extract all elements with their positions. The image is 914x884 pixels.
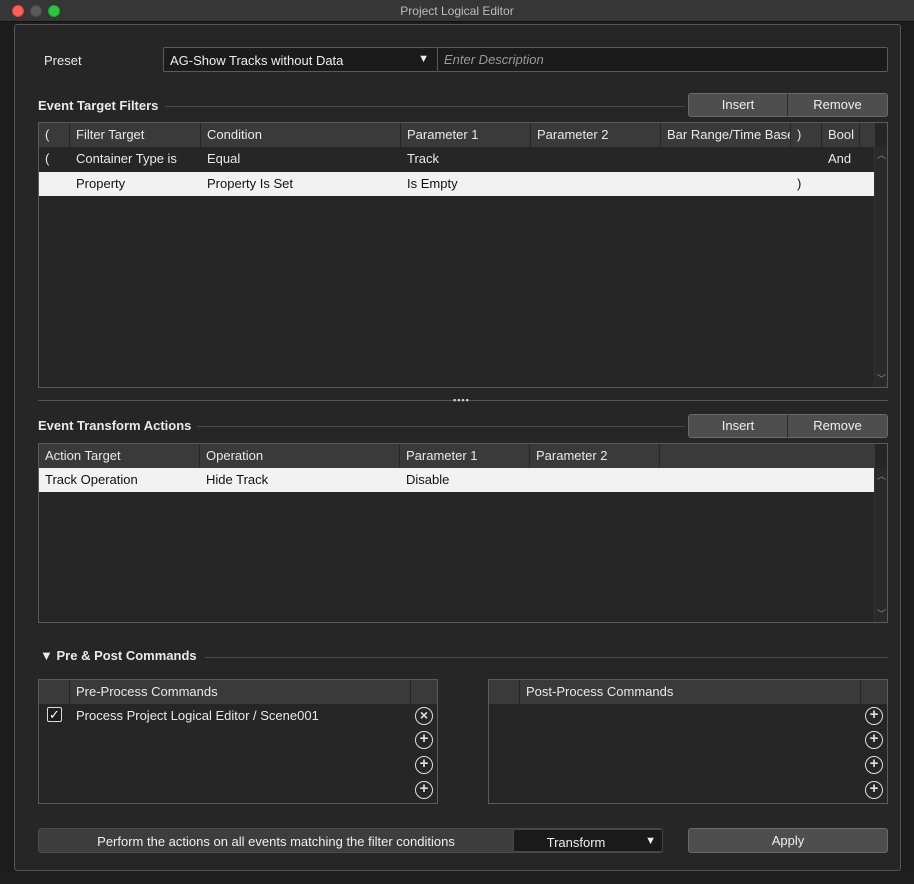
cell-filter-target: Container Type is (76, 151, 177, 166)
cell-close-paren: ) (797, 176, 802, 191)
cell-parameter-2 (530, 468, 660, 492)
mode-select[interactable]: Transform ▼ (513, 829, 663, 852)
circle-plus-icon[interactable]: + (865, 756, 883, 774)
circle-plus-icon[interactable]: + (415, 756, 433, 774)
column-header[interactable]: Parameter 1 (400, 444, 530, 468)
perform-actions-bar: Perform the actions on all events matchi… (38, 828, 663, 853)
table-row[interactable]: ( Container Type is Equal Track And (39, 147, 874, 171)
divider (165, 106, 685, 107)
perform-actions-text: Perform the actions on all events matchi… (97, 834, 455, 849)
cell-parameter-1: Disable (406, 472, 450, 487)
commands-title-text: Pre & Post Commands (56, 648, 197, 663)
filters-insert-button[interactable]: Insert (688, 93, 788, 117)
mode-value: Transform (546, 835, 606, 850)
scroll-down-icon[interactable]: ﹀ (875, 373, 887, 385)
command-enabled-checkbox[interactable]: ✓ (47, 707, 62, 722)
circle-plus-icon[interactable]: + (415, 731, 433, 749)
circle-plus-icon[interactable]: + (415, 781, 433, 799)
cell-filter-target: Property (76, 176, 126, 191)
column-header[interactable]: Parameter 2 (531, 123, 661, 147)
post-process-table: Post-Process Commands + + + + (488, 679, 888, 804)
circle-plus-icon[interactable]: + (865, 781, 883, 799)
column-header[interactable]: Parameter 1 (401, 123, 531, 147)
cell-condition: Equal (207, 151, 241, 166)
table-row[interactable]: Track Operation Hide Track Disable (39, 468, 874, 492)
circle-plus-icon[interactable]: + (865, 707, 883, 725)
cell-range (661, 172, 791, 196)
commands-section-title[interactable]: ▼ Pre & Post Commands (40, 648, 197, 663)
filters-section-title: Event Target Filters (38, 98, 159, 113)
circle-plus-icon[interactable]: + (865, 731, 883, 749)
filters-table-header: ( Filter Target Condition Parameter 1 Pa… (39, 123, 875, 147)
splitter-grip-icon[interactable]: ▪▪▪▪ (453, 395, 470, 405)
column-header[interactable]: Operation (200, 444, 400, 468)
chevron-down-icon: ▼ (418, 53, 429, 65)
cell-open-paren: ( (45, 151, 50, 166)
title-bar: Project Logical Editor (0, 0, 914, 22)
pre-process-table: Pre-Process Commands ✓ Process Project L… (38, 679, 438, 804)
actions-remove-button[interactable]: Remove (787, 414, 888, 438)
column-header[interactable]: ) (791, 123, 822, 147)
logical-editor-panel: Preset AG-Show Tracks without Data ▼ Eve… (14, 24, 901, 871)
column-header-actions (861, 680, 887, 704)
actions-table: Action Target Operation Parameter 1 Para… (38, 443, 888, 623)
filters-table: ( Filter Target Condition Parameter 1 Pa… (38, 122, 888, 388)
column-header-actions (411, 680, 437, 704)
cell-range (661, 147, 791, 171)
cell-parameter-2 (531, 172, 661, 196)
column-header[interactable]: Bool (822, 123, 860, 147)
divider (197, 426, 685, 427)
divider (205, 657, 888, 658)
scroll-up-icon[interactable]: ︿ (875, 470, 887, 482)
window-title: Project Logical Editor (400, 4, 514, 18)
cell-condition: Property Is Set (207, 176, 293, 191)
preset-value: AG-Show Tracks without Data (170, 53, 344, 68)
cell-bool: And (828, 151, 852, 166)
cell-action-target: Track Operation (45, 472, 138, 487)
window: Project Logical Editor Preset AG-Show Tr… (0, 0, 914, 884)
cell-operation: Hide Track (206, 472, 269, 487)
circle-x-icon[interactable]: × (415, 707, 433, 725)
column-header[interactable]: Post-Process Commands (520, 680, 861, 704)
command-label: Process Project Logical Editor / Scene00… (76, 708, 319, 723)
column-header[interactable]: ( (39, 123, 70, 147)
filters-remove-button[interactable]: Remove (787, 93, 888, 117)
pre-process-header: Pre-Process Commands (39, 680, 437, 704)
table-row[interactable]: Property Property Is Set Is Empty ) (39, 172, 874, 196)
column-header-check (39, 680, 70, 704)
post-process-header: Post-Process Commands (489, 680, 887, 704)
column-header[interactable]: Action Target (39, 444, 200, 468)
cell-open-paren (39, 172, 70, 196)
apply-button[interactable]: Apply (688, 828, 888, 853)
actions-insert-button[interactable]: Insert (688, 414, 788, 438)
description-input[interactable] (438, 47, 888, 72)
actions-section-title: Event Transform Actions (38, 418, 192, 433)
column-header[interactable]: Bar Range/Time Base (661, 123, 791, 147)
actions-scrollbar[interactable]: ︿ ﹀ (874, 468, 887, 622)
column-header[interactable]: Parameter 2 (530, 444, 660, 468)
actions-table-header: Action Target Operation Parameter 1 Para… (39, 444, 875, 468)
column-header[interactable]: Pre-Process Commands (70, 680, 411, 704)
cell-parameter-1: Track (407, 151, 440, 166)
preset-label: Preset (44, 53, 82, 68)
cell-close-paren (791, 147, 822, 171)
filters-scrollbar[interactable]: ︿ ﹀ (874, 147, 887, 387)
scroll-down-icon[interactable]: ﹀ (875, 608, 887, 620)
cell-parameter-1: Is Empty (407, 176, 458, 191)
background-strip (0, 872, 914, 884)
chevron-down-icon: ▼ (645, 835, 656, 847)
scroll-up-icon[interactable]: ︿ (875, 149, 887, 161)
column-header-check (489, 680, 520, 704)
cell-bool (822, 172, 860, 196)
column-header[interactable]: Filter Target (70, 123, 201, 147)
preset-select[interactable]: AG-Show Tracks without Data ▼ (163, 47, 438, 72)
cell-parameter-2 (531, 147, 661, 171)
column-header[interactable]: Condition (201, 123, 401, 147)
triangle-down-icon[interactable]: ▼ (40, 648, 53, 663)
